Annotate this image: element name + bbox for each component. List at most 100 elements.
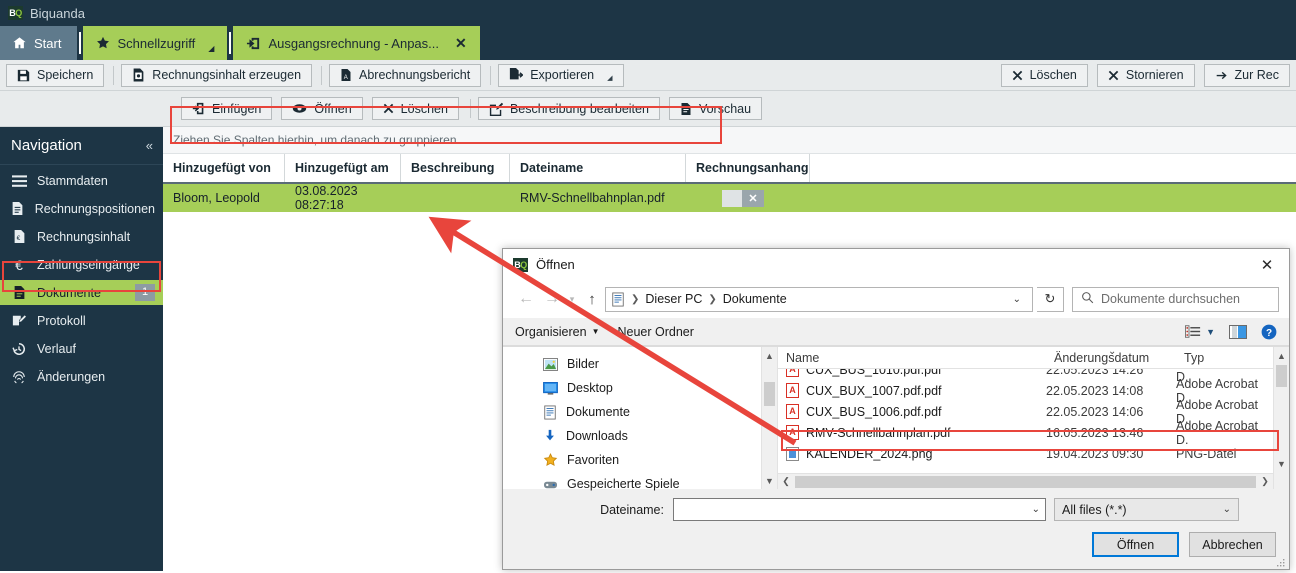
filename-input[interactable]: ⌄ (673, 498, 1046, 521)
tab-schnellzugriff[interactable]: Schnellzugriff ◢ (83, 26, 228, 60)
app-logo-icon: BQ (8, 6, 23, 20)
sidebar-item-rechnungsinhalt[interactable]: € Rechnungsinhalt (0, 224, 163, 249)
tab-start-label: Start (34, 35, 62, 51)
billing-report-button[interactable]: A Abrechnungsbericht (329, 63, 482, 87)
chevron-down-icon[interactable]: ◢ (607, 74, 612, 82)
sidebar-item-label: Stammdaten (37, 173, 108, 188)
sidebar-item-label: Rechnungsinhalt (37, 229, 131, 244)
preview-document-button[interactable]: Vorschau (668, 97, 763, 120)
column-header-description[interactable]: Beschreibung (401, 154, 510, 182)
scroll-down-icon[interactable]: ▼ (762, 472, 777, 489)
scrollbar-thumb[interactable] (1276, 365, 1287, 387)
tab-ausgangsrechnung[interactable]: Ausgangsrechnung - Anpas... ✕ (233, 26, 480, 60)
tree-item-favoriten[interactable]: Favoriten (503, 448, 761, 472)
organize-button[interactable]: Organisieren ▼ (515, 325, 600, 339)
file-modified: 16.05.2023 13:46 (1046, 425, 1144, 440)
breadcrumb-item-documents[interactable]: Dokumente (723, 292, 787, 306)
tab-start[interactable]: Start (0, 26, 78, 60)
refresh-icon[interactable]: ↻ (1037, 286, 1064, 312)
table-row[interactable]: Bloom, Leopold 03.08.2023 08:27:18 RMV-S… (163, 184, 1296, 212)
file-type: Adobe Acrobat D. (1176, 418, 1259, 447)
cancel-invoice-button[interactable]: Stornieren (1096, 63, 1195, 87)
tree-item-gespeicherte-spiele[interactable]: Gespeicherte Spiele (503, 472, 761, 496)
insert-document-button[interactable]: Einfügen (181, 97, 273, 120)
file-list-horizontal-scrollbar[interactable]: ❮ ❯ (778, 473, 1273, 489)
chevron-down-icon[interactable]: ⌄ (1223, 504, 1231, 515)
file-list-vertical-scrollbar[interactable]: ▲ ▼ (1273, 347, 1289, 489)
arrow-left-icon[interactable]: ← (513, 286, 539, 312)
file-name: RMV-Schnellbahnplan.pdf (806, 425, 951, 440)
column-header-added-on[interactable]: Hinzugefügt am (285, 154, 401, 182)
file-name: CUX_BUS_1010.pdf.pdf (806, 369, 942, 377)
file-column-name[interactable]: Name (778, 351, 1046, 368)
new-folder-button[interactable]: Neuer Ordner (618, 325, 694, 339)
tree-item-bilder[interactable]: Bilder (503, 352, 761, 376)
breadcrumb-item-this-pc[interactable]: Dieser PC (645, 292, 702, 306)
document-list-icon (11, 201, 25, 216)
file-row-selected[interactable]: A RMV-Schnellbahnplan.pdf 16.05.2023 13:4… (778, 419, 1273, 447)
chevron-down-icon[interactable]: ⌄ (1032, 504, 1040, 515)
sidebar-item-zahlungseingaenge[interactable]: € Zahlungseingänge (0, 252, 163, 277)
group-by-panel[interactable]: Ziehen Sie Spalten hierhin, um danach zu… (163, 127, 1296, 154)
file-column-type[interactable]: Typ (1176, 351, 1273, 368)
to-invoice-button[interactable]: Zur Rec (1203, 63, 1290, 87)
scroll-up-icon[interactable]: ▲ (762, 347, 777, 364)
tree-vertical-scrollbar[interactable]: ▲ ▼ (761, 347, 777, 489)
help-icon[interactable]: ? (1261, 324, 1277, 340)
attachment-blank-chip[interactable] (722, 189, 742, 207)
tree-item-desktop[interactable]: Desktop (503, 376, 761, 400)
arrow-up-icon[interactable]: ↑ (579, 286, 605, 312)
tree-item-downloads[interactable]: Downloads (503, 424, 761, 448)
delete-invoice-button[interactable]: Löschen (1000, 63, 1088, 87)
view-dropdown-caret-icon[interactable]: ▼ (1206, 327, 1215, 337)
export-button[interactable]: Exportieren ◢ (498, 63, 624, 87)
sidebar-item-label: Zahlungseingänge (37, 257, 140, 272)
collapse-sidebar-icon[interactable]: « (146, 138, 153, 153)
open-button[interactable]: Öffnen (1092, 532, 1179, 557)
preview-pane-icon[interactable] (1229, 324, 1247, 339)
breadcrumb-dropdown-icon[interactable]: ⌄ (1006, 294, 1028, 305)
sidebar-item-label: Verlauf (37, 341, 76, 356)
sidebar-item-stammdaten[interactable]: Stammdaten (0, 168, 163, 193)
tab-dropdown-caret-icon[interactable]: ◢ (208, 44, 214, 53)
scroll-left-icon[interactable]: ❮ (778, 476, 794, 487)
pdf-icon: A (786, 425, 799, 440)
file-row[interactable]: KALENDER_2024.png 19.04.2023 09:30 PNG-D… (778, 443, 1273, 464)
dialog-command-bar-right: ▼ ? (1185, 324, 1277, 340)
generate-invoice-content-button[interactable]: Rechnungsinhalt erzeugen (121, 63, 313, 87)
hscrollbar-thumb[interactable] (795, 475, 1256, 488)
sidebar-item-verlauf[interactable]: Verlauf (0, 336, 163, 361)
breadcrumb[interactable]: ❯ Dieser PC ❯ Dokumente ⌄ (605, 286, 1033, 312)
column-header-invoice-attachment[interactable]: Rechnungsanhang (686, 154, 810, 182)
arrow-right-icon[interactable]: → (539, 286, 565, 312)
close-icon[interactable]: ✕ (455, 35, 467, 52)
downloads-icon (543, 429, 557, 443)
view-list-icon[interactable]: ▼ (1185, 325, 1215, 338)
sidebar-item-rechnungspositionen[interactable]: Rechnungspositionen (0, 196, 163, 221)
column-header-added-by[interactable]: Hinzugefügt von (163, 154, 285, 182)
search-input[interactable]: Dokumente durchsuchen (1072, 286, 1279, 312)
scroll-right-icon[interactable]: ❯ (1257, 476, 1273, 487)
attachment-remove-icon[interactable]: ✕ (742, 189, 764, 207)
file-type-filter-select[interactable]: All files (*.*) ⌄ (1054, 498, 1239, 521)
tree-item-dokumente[interactable]: Dokumente (503, 400, 761, 424)
open-document-button[interactable]: Öffnen (281, 97, 363, 120)
save-icon (17, 69, 30, 82)
chevron-down-icon[interactable]: ▾ (565, 286, 579, 312)
dialog-close-button[interactable]: ✕ (1245, 249, 1289, 280)
cancel-button[interactable]: Abbrechen (1189, 532, 1276, 557)
tab-divider-1 (79, 32, 82, 54)
scroll-down-icon[interactable]: ▼ (1274, 455, 1289, 472)
column-header-filename[interactable]: Dateiname (510, 154, 686, 182)
delete-document-button[interactable]: Löschen (371, 97, 459, 120)
sidebar-item-protokoll[interactable]: Protokoll (0, 308, 163, 333)
edit-description-button[interactable]: Beschreibung bearbeiten (477, 97, 660, 120)
sidebar-item-aenderungen[interactable]: Änderungen (0, 364, 163, 389)
save-button[interactable]: Speichern (6, 63, 105, 87)
resize-grip-icon[interactable] (1275, 556, 1285, 567)
file-modified: 19.04.2023 09:30 (1046, 446, 1144, 461)
scrollbar-thumb[interactable] (764, 382, 775, 406)
sidebar-item-dokumente[interactable]: Dokumente 1 (0, 280, 163, 305)
pdf-report-icon: A (340, 68, 352, 82)
scroll-up-icon[interactable]: ▲ (1274, 347, 1289, 364)
